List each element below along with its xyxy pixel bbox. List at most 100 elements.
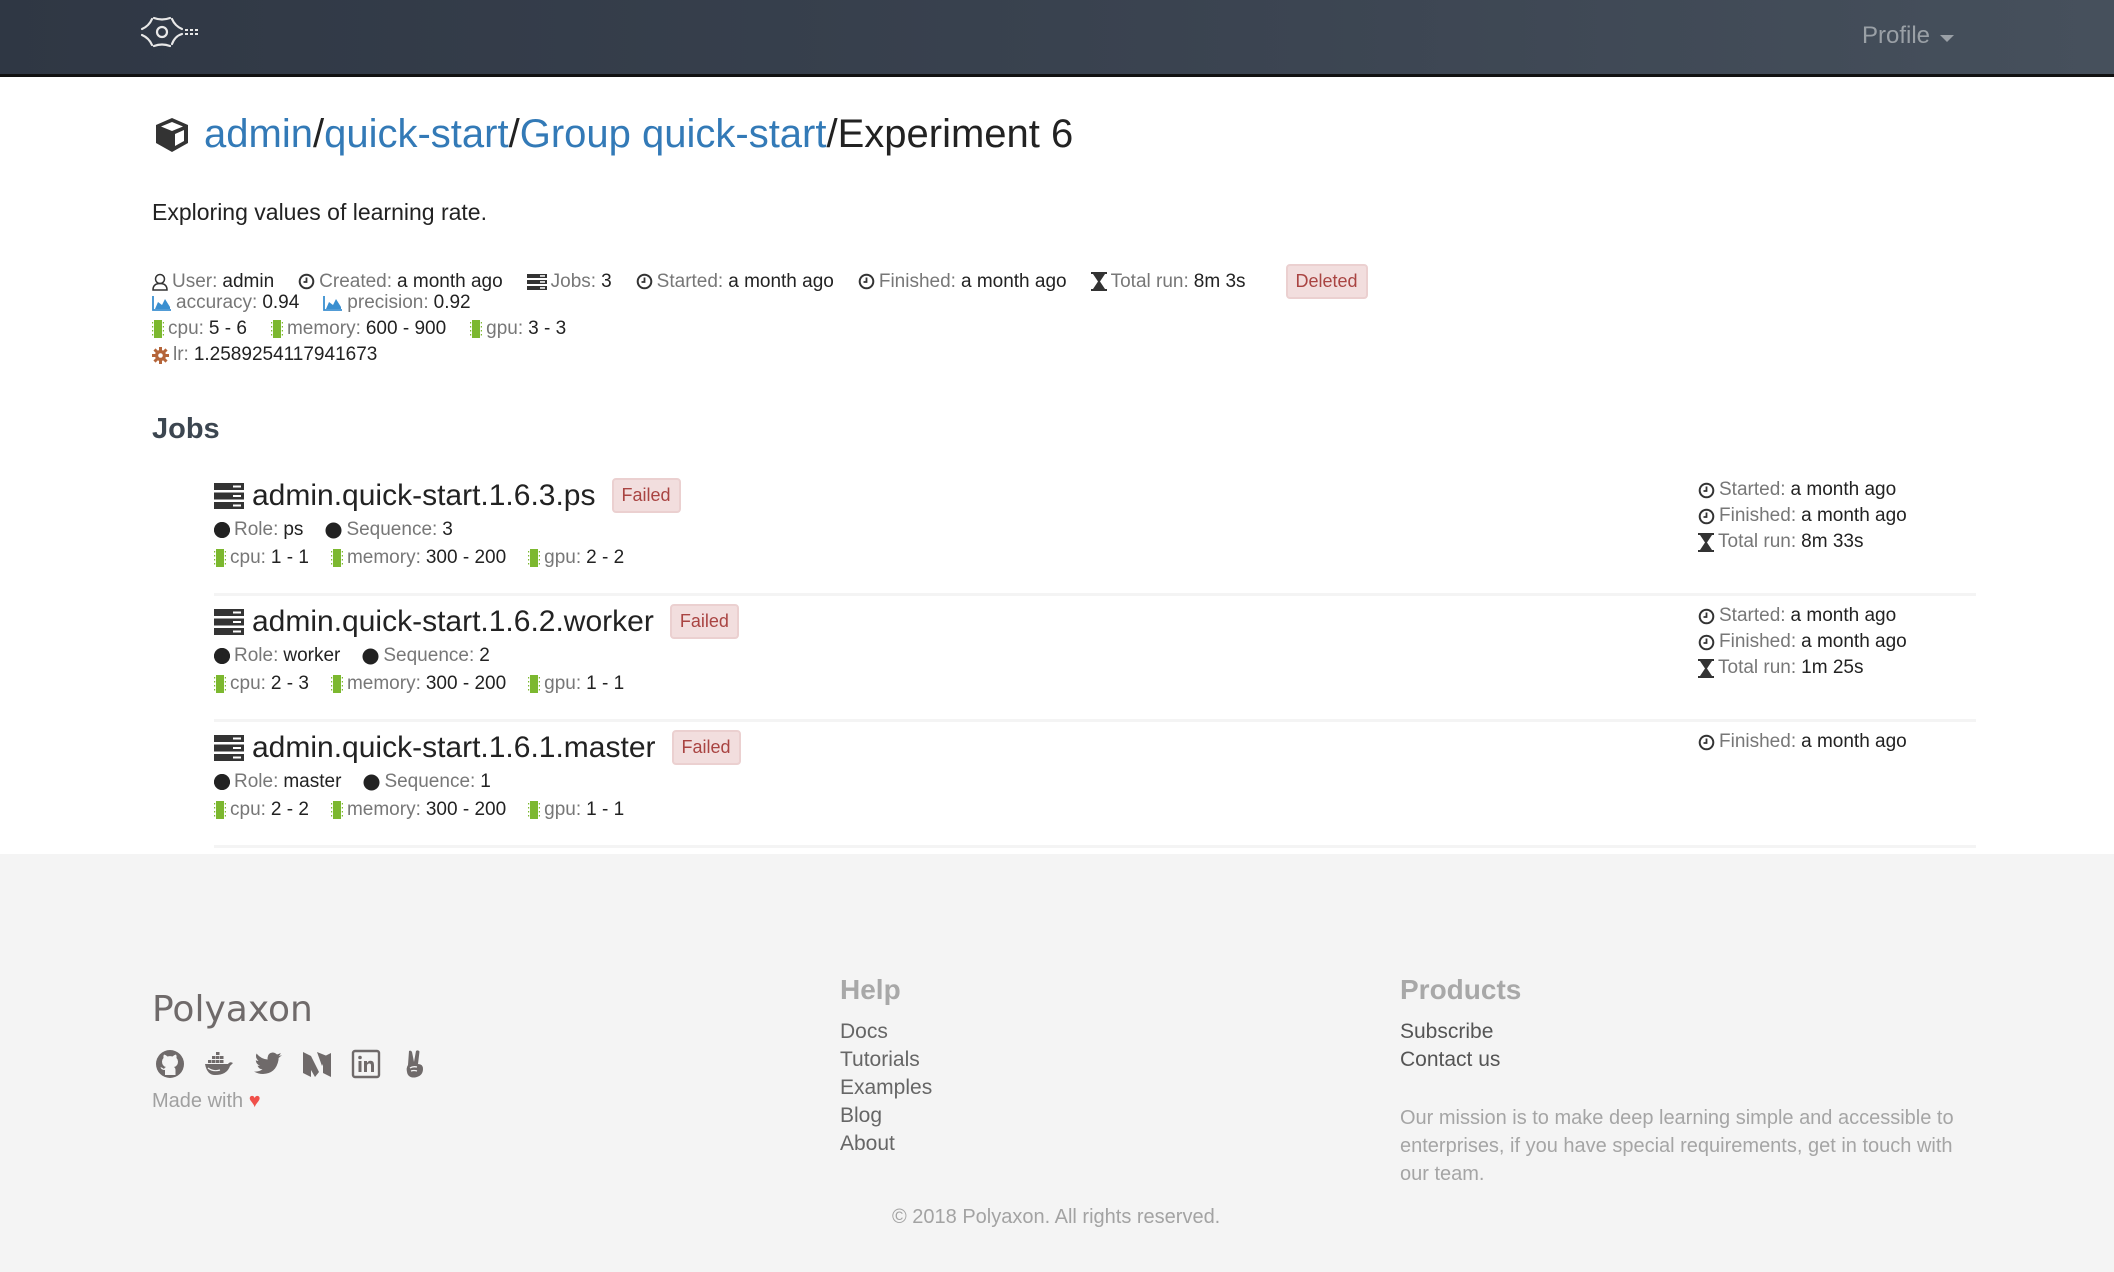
chip-icon: [330, 675, 343, 693]
job-row: admin.quick-start.1.6.2.worker Failed Ro…: [214, 596, 1976, 722]
resource-cpu: cpu: 5 - 6: [152, 318, 247, 340]
server-icon: [214, 734, 244, 761]
job-status-badge: Failed: [671, 730, 741, 765]
certificate-icon: [214, 522, 230, 538]
linkedin-icon[interactable]: [350, 1048, 382, 1080]
meta-created: Created: a month ago: [298, 271, 503, 293]
param-lr: lr: 1.2589254117941673: [152, 344, 377, 366]
footer-brand: Polyaxon: [152, 989, 313, 1030]
footer-link-docs[interactable]: Docs: [840, 1018, 932, 1046]
clock-icon: [636, 273, 653, 290]
experiment-params-row: lr: 1.2589254117941673: [152, 344, 401, 366]
job-name-link[interactable]: admin.quick-start.1.6.3.ps: [252, 479, 596, 513]
peace-hand-icon[interactable]: [399, 1048, 431, 1080]
footer-link-blog[interactable]: Blog: [840, 1102, 932, 1130]
meta-jobs: Jobs: 3: [526, 271, 612, 293]
footer-help-links: Docs Tutorials Examples Blog About: [840, 1018, 932, 1158]
chip-icon: [528, 675, 541, 693]
job-timing: Started: a month ago Finished: a month ago T…: [1698, 603, 1907, 681]
metric-accuracy: accuracy: 0.94: [152, 292, 299, 314]
chip-icon: [214, 801, 226, 819]
polyaxon-logo-icon[interactable]: [138, 12, 214, 62]
server-icon: [526, 273, 547, 290]
github-icon[interactable]: [154, 1048, 186, 1080]
job-resource-memory: memory: 300 - 200: [330, 673, 506, 695]
chip-icon: [330, 801, 343, 819]
twitter-icon[interactable]: [252, 1048, 284, 1080]
chip-icon: [270, 320, 283, 338]
circle-icon: [362, 648, 379, 665]
chip-icon: [470, 320, 483, 338]
job-name-link[interactable]: admin.quick-start.1.6.2.worker: [252, 605, 654, 639]
job-sequence: Sequence: 2: [362, 645, 490, 667]
social-links: [154, 1048, 431, 1080]
meta-started: Started: a month ago: [636, 271, 834, 293]
job-sequence: Sequence: 1: [363, 771, 491, 793]
circle-icon: [325, 522, 342, 539]
clock-icon: [1698, 482, 1715, 499]
chip-icon: [214, 675, 226, 693]
chip-icon: [528, 549, 541, 567]
job-timing: Started: a month ago Finished: a month ago T…: [1698, 477, 1907, 555]
job-resource-gpu: gpu: 2 - 2: [528, 547, 624, 569]
job-timing: Finished: a month ago: [1698, 729, 1907, 755]
job-resource-cpu: cpu: 2 - 3: [214, 673, 309, 695]
footer: Polyaxon Made with ♥ Help Docs Tutorials…: [0, 854, 2114, 1272]
experiment-description: Exploring values of learning rate.: [152, 199, 487, 225]
meta-total-run: Total run: 8m 3s: [1090, 271, 1246, 293]
breadcrumb-experiment: Experiment 6: [837, 112, 1074, 156]
job-resources: cpu: 1 - 1 memory: 300 - 200 gpu: 2 - 2: [214, 547, 681, 569]
breadcrumb-separator: /: [826, 112, 838, 156]
medium-icon[interactable]: [301, 1048, 333, 1080]
footer-link-tutorials[interactable]: Tutorials: [840, 1046, 932, 1074]
jobs-list: admin.quick-start.1.6.3.ps Failed Role: p…: [214, 470, 1976, 848]
job-resource-memory: memory: 300 - 200: [330, 799, 506, 821]
footer-products-title: Products: [1400, 974, 1522, 1005]
chip-icon: [152, 320, 164, 338]
profile-dropdown[interactable]: Profile: [1862, 22, 1955, 50]
footer-link-examples[interactable]: Examples: [840, 1074, 932, 1102]
server-icon: [214, 482, 244, 509]
footer-link-about[interactable]: About: [840, 1130, 932, 1158]
job-total-run: Total run: 1m 25s: [1698, 655, 1907, 681]
metric-precision: precision: 0.92: [323, 292, 471, 314]
gear-icon: [152, 346, 169, 364]
job-resource-memory: memory: 300 - 200: [330, 547, 506, 569]
footer-help-title: Help: [840, 974, 901, 1005]
clock-icon: [858, 273, 875, 290]
footer-link-subscribe[interactable]: Subscribe: [1400, 1018, 1500, 1046]
navbar: Profile: [0, 0, 2114, 77]
circle-icon: [363, 774, 380, 791]
breadcrumb-user[interactable]: admin: [204, 112, 313, 157]
status-badge: Deleted: [1285, 264, 1368, 299]
resource-gpu: gpu: 3 - 3: [470, 318, 566, 340]
meta-finished: Finished: a month ago: [858, 271, 1067, 293]
heart-icon: ♥: [248, 1090, 261, 1112]
certificate-icon: [214, 648, 230, 664]
clock-icon: [1698, 734, 1715, 751]
job-resources: cpu: 2 - 2 memory: 300 - 200 gpu: 1 - 1: [214, 799, 741, 821]
profile-label: Profile: [1862, 22, 1931, 49]
job-sequence: Sequence: 3: [325, 519, 453, 541]
chip-icon: [330, 549, 343, 567]
footer-link-contact[interactable]: Contact us: [1400, 1046, 1500, 1074]
job-resources: cpu: 2 - 3 memory: 300 - 200 gpu: 1 - 1: [214, 673, 739, 695]
footer-copyright: © 2018 Polyaxon. All rights reserved.: [892, 1206, 1221, 1228]
clock-icon: [1698, 634, 1715, 651]
job-resource-gpu: gpu: 1 - 1: [528, 799, 624, 821]
area-chart-icon: [323, 295, 343, 311]
job-name-link[interactable]: admin.quick-start.1.6.1.master: [252, 731, 656, 765]
breadcrumb-project[interactable]: quick-start: [324, 112, 509, 157]
jobs-section-title: Jobs: [152, 413, 220, 445]
job-status-badge: Failed: [611, 478, 681, 513]
clock-icon: [298, 273, 315, 290]
job-status-badge: Failed: [669, 604, 739, 639]
docker-icon[interactable]: [203, 1048, 235, 1080]
experiment-resources-row: cpu: 5 - 6 memory: 600 - 900 gpu: 3 - 3: [152, 318, 590, 340]
job-resource-gpu: gpu: 1 - 1: [528, 673, 624, 695]
job-role: Role: worker: [214, 645, 340, 667]
area-chart-icon: [152, 295, 172, 311]
breadcrumb-group[interactable]: Group quick-start: [520, 112, 827, 157]
chip-icon: [214, 549, 226, 567]
job-row: admin.quick-start.1.6.3.ps Failed Role: p…: [214, 470, 1976, 596]
